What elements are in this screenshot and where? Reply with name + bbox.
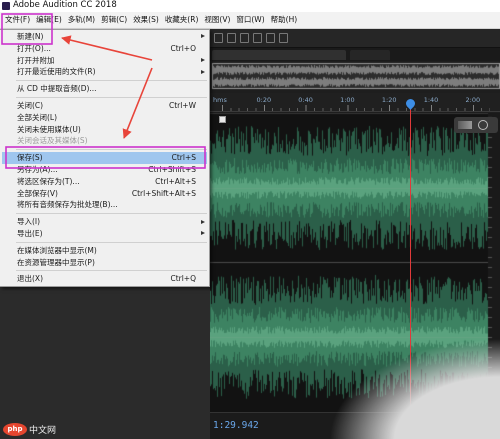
menu-item-open-append[interactable]: 打开并附加: [0, 55, 209, 67]
menu-item-shortcut: Ctrl+W: [168, 100, 196, 110]
blurred-overlay: [330, 339, 500, 439]
menu-item-exit[interactable]: 退出(X) Ctrl+Q: [0, 273, 209, 285]
time-ruler[interactable]: hms 0:20 0:40 1:00 1:20 1:40 2:00: [210, 93, 500, 112]
menu-item-label: 退出(X): [17, 274, 43, 284]
editor-tab[interactable]: [212, 50, 346, 60]
menu-item-label: 另存为(A)...: [17, 164, 58, 174]
clip-handle-icon[interactable]: [219, 116, 226, 123]
menu-item-export[interactable]: 导出(E): [0, 228, 209, 240]
menu-item-close-unused[interactable]: 关闭未使用媒体(U): [0, 124, 209, 136]
menu-item-label: 全部保存(V): [17, 188, 58, 198]
ruler-major-ticks: [222, 105, 490, 111]
waveform-view-icon[interactable]: [214, 33, 223, 43]
menu-multitrack[interactable]: 多轨(M): [65, 12, 98, 28]
editor-toolbar: [210, 29, 500, 48]
menu-edit[interactable]: 编辑(E): [33, 12, 65, 28]
menu-item-label: 关闭未使用媒体(U): [17, 124, 81, 134]
mixer-tab[interactable]: [350, 50, 390, 60]
menu-file[interactable]: 文件(F): [2, 12, 33, 28]
watermark-logo: php: [3, 422, 27, 436]
spectral-frequency-icon[interactable]: [240, 33, 249, 43]
overview-waveform[interactable]: [210, 62, 500, 90]
watermark-text: 中文网: [29, 425, 57, 436]
editor-tab-row: [210, 48, 500, 61]
ruler-label: hms: [213, 96, 227, 104]
menu-item-shortcut: Ctrl+O: [170, 43, 196, 53]
menu-item-label: 全部关闭(L): [17, 112, 58, 122]
menu-item-label: 打开最近使用的文件(R): [17, 67, 96, 77]
menu-bar: 文件(F) 编辑(E) 多轨(M) 剪辑(C) 效果(S) 收藏夹(R) 视图(…: [0, 12, 500, 29]
menu-item-close-all[interactable]: 全部关闭(L): [0, 112, 209, 124]
chevron-right-icon: [201, 219, 205, 224]
menu-item-label: 打开(O)...: [17, 43, 51, 53]
menu-favorites[interactable]: 收藏夹(R): [162, 12, 202, 28]
menu-item-label: 关闭(C): [17, 100, 44, 110]
menu-item-label: 导入(I): [17, 217, 41, 227]
menu-item-label: 关闭会话及其媒体(S): [17, 136, 88, 146]
menu-item-extract-cd[interactable]: 从 CD 中提取音频(D)...: [0, 83, 209, 95]
menu-help[interactable]: 帮助(H): [268, 12, 301, 28]
menu-view[interactable]: 视图(V): [201, 12, 233, 28]
chevron-right-icon: [201, 57, 205, 62]
file-menu-dropdown: 新建(N) 打开(O)... Ctrl+O 打开并附加 打开最近使用的文件(R) …: [0, 29, 210, 288]
ruler-label: 1:40: [423, 96, 439, 104]
menu-item-label: 保存(S): [17, 153, 43, 163]
menu-effects[interactable]: 效果(S): [130, 12, 162, 28]
ruler-label: 0:40: [298, 96, 313, 104]
menu-item-import[interactable]: 导入(I): [0, 216, 209, 228]
menu-item-label: 新建(N): [17, 32, 44, 41]
chevron-right-icon: [201, 34, 205, 39]
menu-item-label: 在媒体浏览器中显示(M): [17, 245, 97, 255]
menu-item-label: 将选区保存为(T)...: [17, 176, 80, 186]
menu-item-open[interactable]: 打开(O)... Ctrl+O: [0, 43, 209, 55]
menu-item-save-selection[interactable]: 将选区保存为(T)... Ctrl+Alt+S: [0, 176, 209, 188]
ruler-label: 0:20: [256, 96, 272, 104]
window-title: Adobe Audition CC 2018: [13, 0, 117, 10]
menu-item-label: 打开并附加: [17, 55, 55, 65]
move-tool-icon[interactable]: [266, 33, 275, 43]
multitrack-view-icon[interactable]: [227, 33, 236, 43]
level-meter-icon: [458, 121, 472, 129]
spectral-pitch-icon[interactable]: [253, 33, 262, 43]
menu-clip[interactable]: 剪辑(C): [98, 12, 130, 28]
ruler-label: 2:00: [465, 96, 481, 104]
chevron-right-icon: [201, 69, 205, 74]
menu-item-reveal-explorer[interactable]: 在资源管理器中显示(P): [0, 257, 209, 269]
current-time-display[interactable]: 1:29.942: [213, 420, 259, 432]
menu-item-save-as[interactable]: 另存为(A)... Ctrl+Shift+S: [0, 164, 209, 176]
menu-item-open-recent[interactable]: 打开最近使用的文件(R): [0, 66, 209, 78]
chevron-right-icon: [201, 231, 205, 236]
watermark: php 中文网: [3, 421, 56, 437]
menu-item-shortcut: Ctrl+Shift+S: [148, 164, 196, 174]
menu-item-shortcut: Ctrl+Shift+Alt+S: [131, 188, 196, 198]
menu-item-batch-save[interactable]: 将所有音频保存为批处理(B)...: [0, 199, 209, 211]
files-panel: [0, 286, 210, 439]
menu-item-new[interactable]: 新建(N): [0, 31, 209, 43]
menu-item-shortcut: Ctrl+S: [171, 153, 196, 163]
menu-item-shortcut: Ctrl+Alt+S: [155, 176, 196, 186]
menu-item-save-all[interactable]: 全部保存(V) Ctrl+Shift+Alt+S: [0, 188, 209, 200]
menu-item-label: 将所有音频保存为批处理(B)...: [17, 200, 118, 210]
volume-knob-icon[interactable]: [478, 120, 488, 130]
razor-tool-icon[interactable]: [279, 33, 288, 43]
menu-item-label: 导出(E): [17, 228, 43, 238]
title-bar: Adobe Audition CC 2018: [0, 0, 500, 12]
menu-item-save[interactable]: 保存(S) Ctrl+S: [2, 152, 207, 164]
menu-item-label: 从 CD 中提取音频(D)...: [17, 84, 97, 94]
ruler-label: 1:00: [340, 96, 355, 104]
ruler-label: 1:20: [381, 96, 397, 104]
menu-item-close[interactable]: 关闭(C) Ctrl+W: [0, 100, 209, 112]
menu-item-close-session[interactable]: 关闭会话及其媒体(S): [0, 135, 209, 147]
menu-item-reveal-media-browser[interactable]: 在媒体浏览器中显示(M): [0, 245, 209, 257]
menu-window[interactable]: 窗口(W): [233, 12, 267, 28]
menu-item-shortcut: Ctrl+Q: [170, 274, 196, 284]
menu-item-label: 在资源管理器中显示(P): [17, 257, 95, 267]
audition-app-icon: [2, 2, 10, 10]
hud-volume-control[interactable]: [454, 117, 498, 133]
